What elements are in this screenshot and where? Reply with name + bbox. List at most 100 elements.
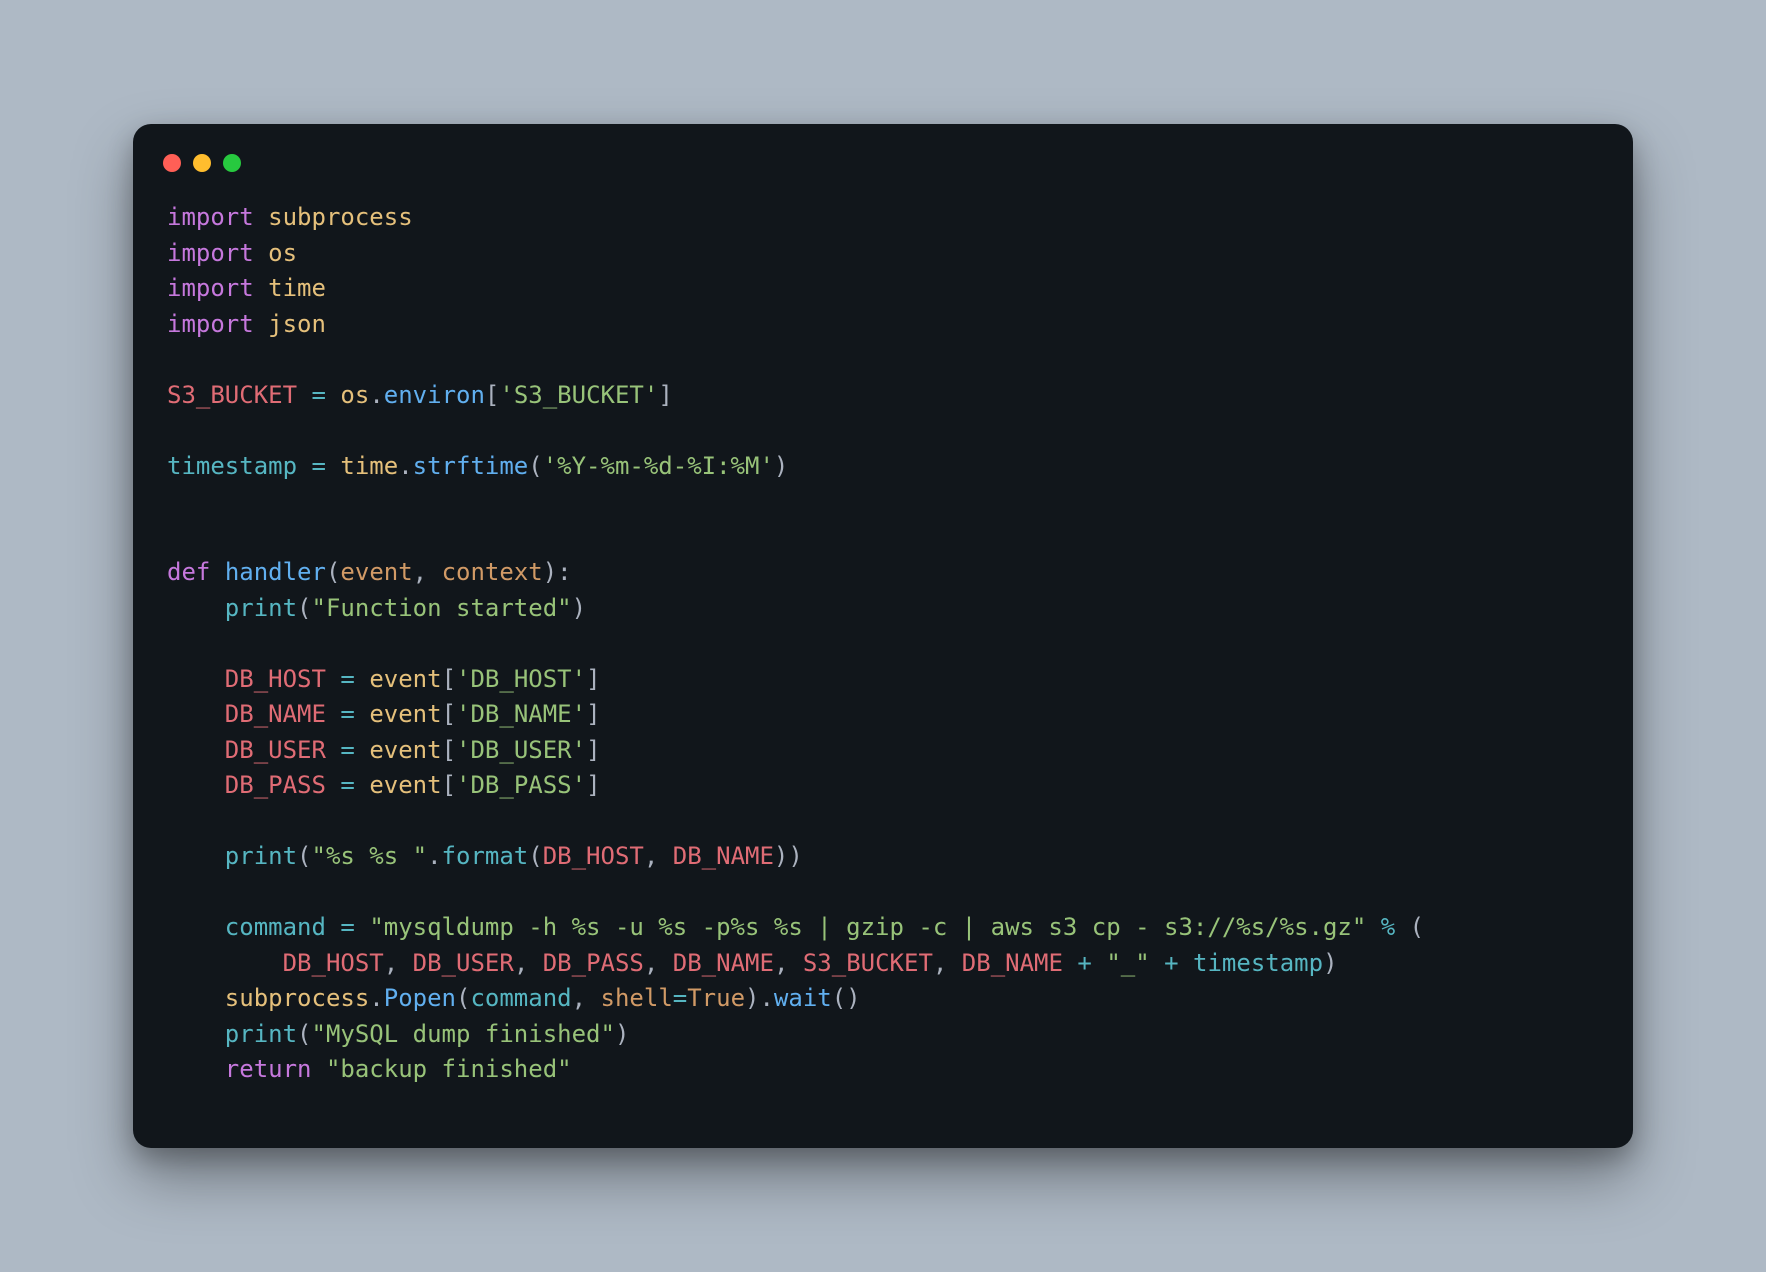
code-token: "backup finished" (326, 1055, 572, 1083)
code-token (167, 594, 225, 622)
code-token: timestamp (1193, 949, 1323, 977)
code-token: , (933, 949, 947, 977)
code-token: event (369, 771, 441, 799)
code-token (326, 700, 340, 728)
code-token: , (514, 949, 528, 977)
code-token: ] (658, 381, 672, 409)
code-token: 'DB_PASS' (456, 771, 586, 799)
code-token: event (369, 700, 441, 728)
code-token (167, 665, 225, 693)
code-token: ( (528, 452, 542, 480)
code-token: import (167, 203, 254, 231)
code-token (254, 310, 268, 338)
code-token: return (225, 1055, 312, 1083)
code-token: = (340, 913, 354, 941)
code-token (355, 665, 369, 693)
code-token: . (369, 381, 383, 409)
code-token: = (673, 984, 687, 1012)
code-token: DB_USER (413, 949, 514, 977)
code-token (326, 913, 340, 941)
code-token: "_" (1106, 949, 1149, 977)
code-token (326, 736, 340, 764)
code-token (254, 239, 268, 267)
code-line: return "backup finished" (167, 1055, 572, 1083)
code-token (167, 913, 225, 941)
code-token: event (369, 736, 441, 764)
code-token: [ (442, 665, 456, 693)
code-token: = (340, 700, 354, 728)
code-token (355, 913, 369, 941)
code-token (167, 984, 225, 1012)
code-token: S3_BUCKET (167, 381, 297, 409)
code-token (355, 736, 369, 764)
code-token: DB_HOST (543, 842, 644, 870)
code-token: time (340, 452, 398, 480)
maximize-icon[interactable] (223, 154, 241, 172)
code-token: [ (442, 771, 456, 799)
code-line: import os (167, 239, 297, 267)
code-token: "mysqldump -h %s -u %s -p%s %s | gzip -c… (369, 913, 1366, 941)
code-line: def handler(event, context): (167, 558, 572, 586)
code-token: ( (297, 1020, 311, 1048)
code-token: . (369, 984, 383, 1012)
code-token: , (384, 949, 398, 977)
code-line: import time (167, 274, 326, 302)
close-icon[interactable] (163, 154, 181, 172)
code-token (1150, 949, 1164, 977)
code-token: . (398, 452, 412, 480)
code-token: os (268, 239, 297, 267)
code-token (297, 381, 311, 409)
code-token: 'S3_BUCKET' (499, 381, 658, 409)
code-token (788, 949, 802, 977)
code-line: print("MySQL dump finished") (167, 1020, 629, 1048)
code-token: DB_HOST (225, 665, 326, 693)
code-token (1092, 949, 1106, 977)
code-token: + (1077, 949, 1091, 977)
code-token: 'DB_NAME' (456, 700, 586, 728)
code-token: 'DB_USER' (456, 736, 586, 764)
code-token (167, 1055, 225, 1083)
code-token (254, 203, 268, 231)
code-line: print("%s %s ".format(DB_HOST, DB_NAME)) (167, 842, 803, 870)
code-token: import (167, 239, 254, 267)
code-token: = (312, 381, 326, 409)
code-token: time (268, 274, 326, 302)
code-token: [ (485, 381, 499, 409)
code-token: timestamp (167, 452, 297, 480)
code-token (312, 1055, 326, 1083)
code-token: % (1381, 913, 1395, 941)
code-line: DB_HOST, DB_USER, DB_PASS, DB_NAME, S3_B… (167, 949, 1338, 977)
minimize-icon[interactable] (193, 154, 211, 172)
code-token: DB_NAME (962, 949, 1063, 977)
code-token: def (167, 558, 210, 586)
code-token (355, 700, 369, 728)
code-token: DB_PASS (543, 949, 644, 977)
code-token: = (340, 665, 354, 693)
code-line: print("Function started") (167, 594, 586, 622)
code-token: import (167, 274, 254, 302)
code-token: Popen (384, 984, 456, 1012)
code-block: import subprocess import os import time … (159, 200, 1607, 1088)
code-token (355, 771, 369, 799)
code-token (586, 984, 600, 1012)
code-token: wait (774, 984, 832, 1012)
code-token: DB_PASS (225, 771, 326, 799)
code-token: , (413, 558, 427, 586)
code-token: ( (528, 842, 542, 870)
code-token: ) (572, 594, 586, 622)
code-token: 'DB_HOST' (456, 665, 586, 693)
window-traffic-lights (159, 148, 1607, 200)
code-token (297, 452, 311, 480)
code-token: context (442, 558, 543, 586)
code-token: shell (601, 984, 673, 1012)
code-line: import json (167, 310, 326, 338)
code-window: import subprocess import os import time … (133, 124, 1633, 1148)
code-token (658, 949, 672, 977)
code-token: ). (745, 984, 774, 1012)
code-token: True (687, 984, 745, 1012)
code-line: S3_BUCKET = os.environ['S3_BUCKET'] (167, 381, 673, 409)
code-line: import subprocess (167, 203, 413, 231)
code-token: format (442, 842, 529, 870)
code-token (167, 771, 225, 799)
code-token: )) (774, 842, 803, 870)
